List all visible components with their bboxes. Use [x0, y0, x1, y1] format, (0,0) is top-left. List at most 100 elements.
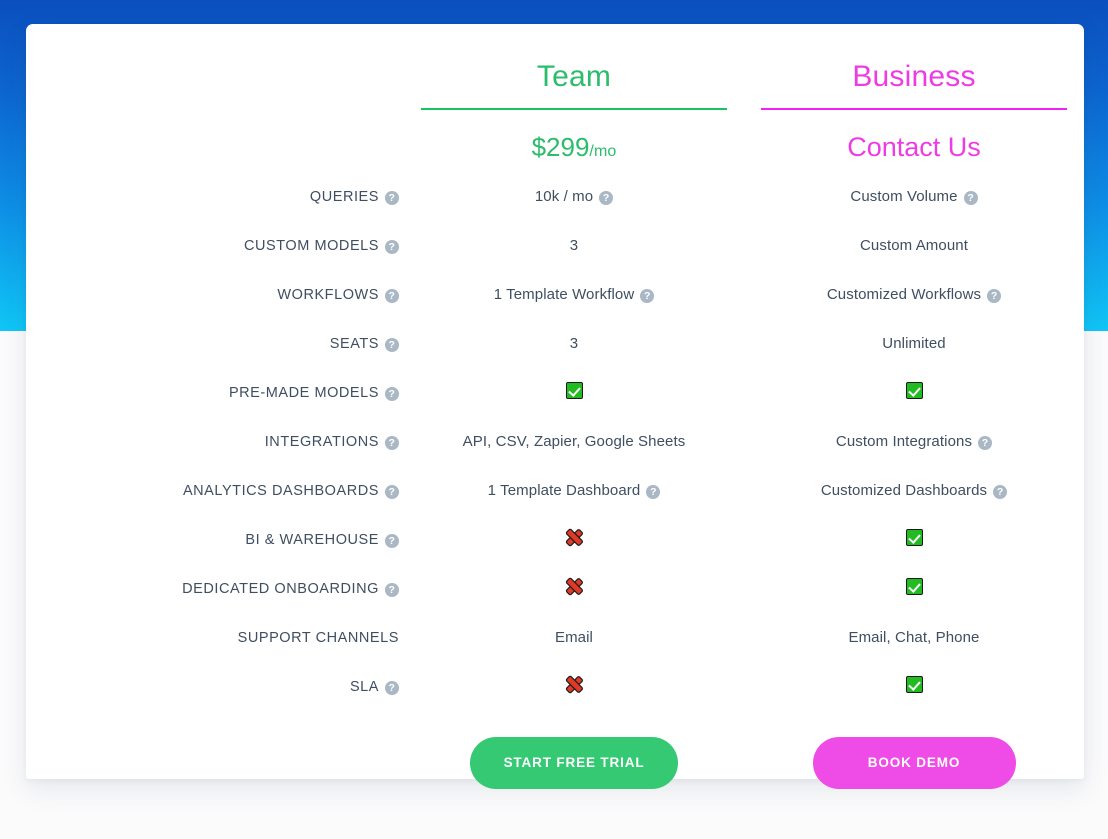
feature-label-cell: ANALYTICS DASHBOARDS? [26, 466, 404, 515]
table-row: INTEGRATIONS? API, CSV, Zapier, Google Sh… [26, 417, 1084, 466]
value-wrap: Custom Amount [860, 237, 968, 254]
value-text: 3 [570, 237, 578, 254]
help-icon[interactable]: ? [987, 289, 1001, 303]
feature-label-wrap: ANALYTICS DASHBOARDS? [183, 483, 399, 499]
value-cell-team: 3 [404, 319, 744, 368]
table-row: DEDICATED ONBOARDING? [26, 564, 1084, 613]
feature-label-wrap: SUPPORT CHANNELS [238, 630, 399, 646]
value-wrap: Customized Workflows? [827, 286, 1001, 303]
help-icon[interactable]: ? [978, 436, 992, 450]
value-cell-business: Customized Dashboards? [744, 466, 1084, 515]
help-icon[interactable]: ? [646, 485, 660, 499]
value-wrap [906, 382, 923, 399]
value-text: Custom Volume [850, 188, 957, 205]
price-cell-team: $299/mo [404, 110, 744, 172]
value-cell-team [404, 564, 744, 613]
value-cell-business: Custom Integrations? [744, 417, 1084, 466]
help-icon[interactable]: ? [385, 191, 399, 205]
cta-row-spacer [26, 711, 404, 797]
value-cell-business [744, 564, 1084, 613]
pricing-comparison-table: Team Business $299/mo Contact Us [26, 24, 1084, 797]
value-cell-team: API, CSV, Zapier, Google Sheets [404, 417, 744, 466]
value-wrap: Email [555, 629, 593, 646]
feature-label: WORKFLOWS [277, 287, 379, 303]
help-icon[interactable]: ? [385, 387, 399, 401]
plan-header-business: Business [744, 24, 1084, 110]
table-row: ANALYTICS DASHBOARDS? 1 Template Dashboar… [26, 466, 1084, 515]
price-cell-business: Contact Us [744, 110, 1084, 172]
book-demo-button[interactable]: BOOK DEMO [813, 737, 1016, 789]
help-icon[interactable]: ? [385, 681, 399, 695]
table-header: Team Business [26, 24, 1084, 110]
value-wrap [565, 675, 584, 694]
value-wrap: 1 Template Dashboard? [488, 482, 661, 499]
value-cell-business [744, 368, 1084, 417]
plan-name-team: Team [404, 62, 744, 108]
value-cell-business [744, 662, 1084, 711]
value-cell-team: 1 Template Dashboard? [404, 466, 744, 515]
price-row-spacer [26, 110, 404, 172]
value-wrap: 1 Template Workflow? [494, 286, 655, 303]
value-wrap [906, 676, 923, 693]
value-text: 1 Template Workflow [494, 286, 635, 303]
value-text: API, CSV, Zapier, Google Sheets [463, 433, 686, 450]
value-cell-business: Custom Amount [744, 221, 1084, 270]
feature-label: SLA [350, 679, 379, 695]
table-footer: START FREE TRIAL BOOK DEMO [26, 711, 1084, 797]
feature-label-wrap: DEDICATED ONBOARDING? [182, 581, 399, 597]
value-text: Email [555, 629, 593, 646]
help-icon[interactable]: ? [385, 289, 399, 303]
feature-label-cell: SEATS? [26, 319, 404, 368]
value-wrap [906, 529, 923, 546]
feature-label-cell: WORKFLOWS? [26, 270, 404, 319]
value-wrap: API, CSV, Zapier, Google Sheets [463, 433, 686, 450]
value-cell-team [404, 368, 744, 417]
help-icon[interactable]: ? [599, 191, 613, 205]
check-icon [906, 382, 923, 399]
price-business: Contact Us [847, 132, 981, 162]
value-cell-team [404, 662, 744, 711]
value-wrap: Custom Integrations? [836, 433, 992, 450]
value-wrap [566, 382, 583, 399]
value-text: 10k / mo [535, 188, 593, 205]
value-cell-team: 10k / mo? [404, 172, 744, 221]
feature-label-cell: INTEGRATIONS? [26, 417, 404, 466]
pricing-card: Team Business $299/mo Contact Us [26, 24, 1084, 779]
value-text: Email, Chat, Phone [848, 629, 979, 646]
help-icon[interactable]: ? [385, 485, 399, 499]
table-row: SEATS?3Unlimited [26, 319, 1084, 368]
help-icon[interactable]: ? [640, 289, 654, 303]
check-icon [906, 529, 923, 546]
plan-header-team: Team [404, 24, 744, 110]
cta-cell-team: START FREE TRIAL [404, 711, 744, 797]
table-row: SLA? [26, 662, 1084, 711]
help-icon[interactable]: ? [385, 583, 399, 597]
help-icon[interactable]: ? [385, 338, 399, 352]
feature-label: BI & WAREHOUSE [245, 532, 379, 548]
cta-row: START FREE TRIAL BOOK DEMO [26, 711, 1084, 797]
value-wrap: 3 [570, 237, 578, 254]
table-row: CUSTOM MODELS? 3 Custom Amount [26, 221, 1084, 270]
help-icon[interactable]: ? [964, 191, 978, 205]
price-period-team: /mo [589, 143, 616, 160]
feature-label-wrap: INTEGRATIONS? [265, 434, 399, 450]
cross-icon [565, 675, 584, 694]
price-team: $299/mo [532, 132, 617, 162]
help-icon[interactable]: ? [385, 534, 399, 548]
table-row: PRE-MADE MODELS? [26, 368, 1084, 417]
feature-label-wrap: QUERIES? [310, 189, 399, 205]
table-row: SUPPORT CHANNELS Email Email, Chat, Phone [26, 613, 1084, 662]
value-wrap [565, 577, 584, 596]
help-icon[interactable]: ? [385, 436, 399, 450]
help-icon[interactable]: ? [993, 485, 1007, 499]
value-cell-business: Email, Chat, Phone [744, 613, 1084, 662]
check-icon [566, 382, 583, 399]
value-wrap: Customized Dashboards? [821, 482, 1007, 499]
feature-label-wrap: SLA? [350, 679, 399, 695]
value-text: Customized Workflows [827, 286, 981, 303]
price-row: $299/mo Contact Us [26, 110, 1084, 172]
feature-label-wrap: PRE-MADE MODELS? [229, 385, 399, 401]
feature-label-cell: CUSTOM MODELS? [26, 221, 404, 270]
start-free-trial-button[interactable]: START FREE TRIAL [470, 737, 679, 789]
help-icon[interactable]: ? [385, 240, 399, 254]
